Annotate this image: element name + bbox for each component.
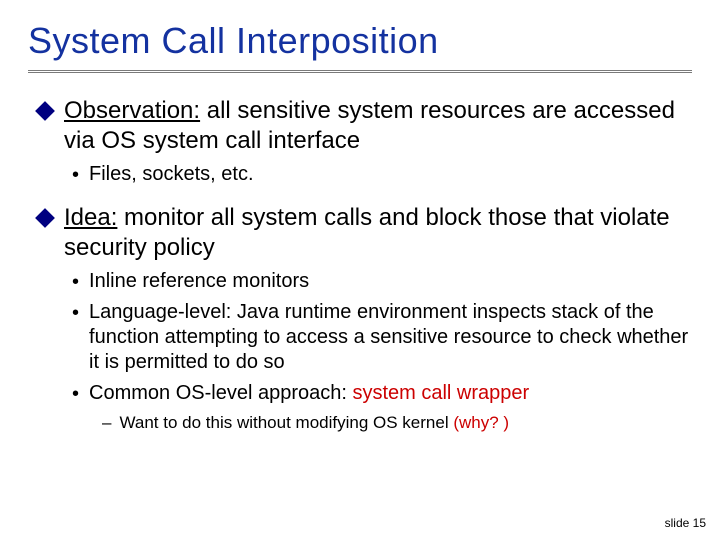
subbullet-text: Inline reference monitors (89, 269, 309, 294)
subbullet-inline: • Inline reference monitors (72, 269, 692, 294)
dot-icon: • (72, 301, 79, 325)
bullet-rest: monitor all system calls and block those… (64, 204, 670, 261)
subsubbullet-text: Want to do this without modifying OS ker… (119, 412, 509, 434)
diamond-icon (35, 101, 55, 121)
subbullet-text: Language-level: Java runtime environment… (89, 300, 692, 375)
dot-icon: • (72, 163, 79, 187)
subsub-pre: Want to do this without modifying OS ker… (119, 413, 453, 432)
slide-title: System Call Interposition (28, 20, 692, 62)
subsub-red: (why? ) (453, 413, 509, 432)
slide-number: slide 15 (665, 516, 706, 530)
subbullet-text: Common OS-level approach: system call wr… (89, 381, 529, 406)
bullet-lead: Idea: (64, 204, 117, 231)
subbullet-red: system call wrapper (352, 382, 529, 404)
dot-icon: • (72, 270, 79, 294)
title-rule (28, 70, 692, 74)
subbullet-files: • Files, sockets, etc. (72, 162, 692, 187)
bullet-observation: Observation: all sensitive system resour… (36, 96, 692, 156)
dash-icon: – (102, 412, 111, 434)
bullet-idea: Idea: monitor all system calls and block… (36, 203, 692, 263)
diamond-icon (35, 208, 55, 228)
slide-body: Observation: all sensitive system resour… (28, 96, 692, 434)
bullet-text: Observation: all sensitive system resour… (64, 96, 692, 156)
subsubbullet-kernel: – Want to do this without modifying OS k… (102, 412, 692, 434)
bullet-text: Idea: monitor all system calls and block… (64, 203, 692, 263)
dot-icon: • (72, 382, 79, 406)
subbullet-wrapper: • Common OS-level approach: system call … (72, 381, 692, 406)
subbullet-language: • Language-level: Java runtime environme… (72, 300, 692, 375)
subbullet-pre: Common OS-level approach: (89, 382, 352, 404)
bullet-lead: Observation: (64, 97, 200, 124)
subbullet-text: Files, sockets, etc. (89, 162, 254, 187)
